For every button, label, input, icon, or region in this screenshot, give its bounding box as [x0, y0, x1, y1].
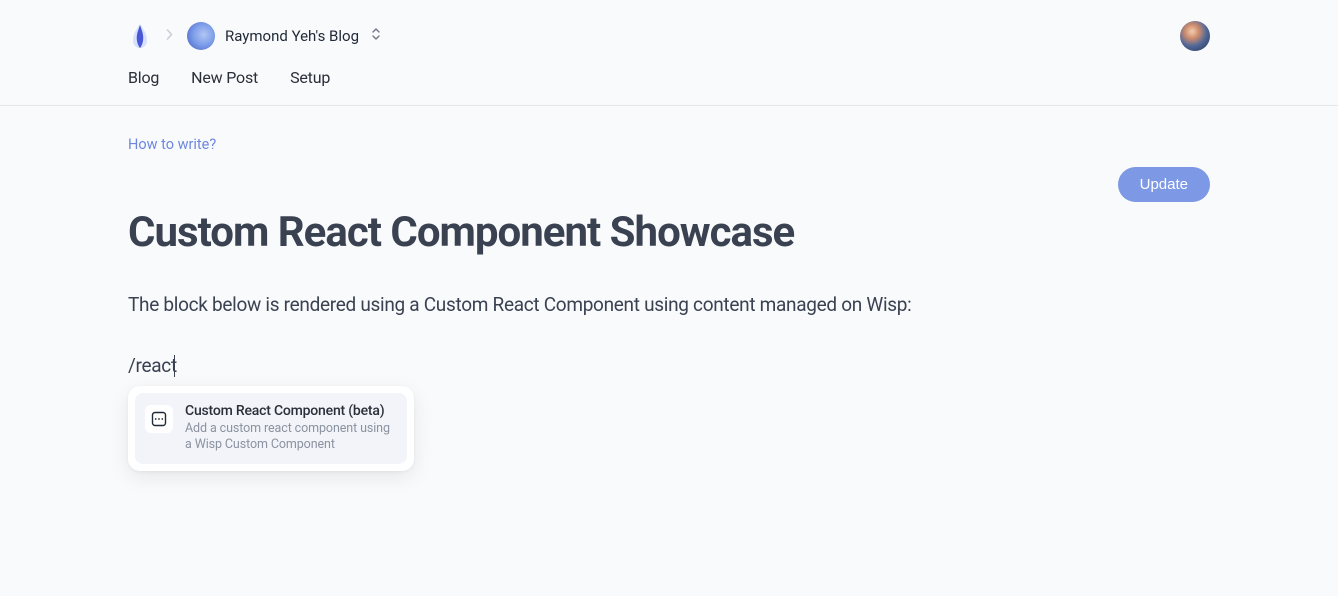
popup-title: Custom React Component (beta) — [185, 403, 397, 419]
code-block-icon — [145, 405, 173, 433]
update-button[interactable]: Update — [1118, 167, 1210, 202]
site-switcher[interactable]: Raymond Yeh's Blog — [187, 22, 381, 50]
content: How to write? Update Custom React Compon… — [0, 106, 1338, 377]
avatar[interactable] — [1180, 21, 1210, 51]
page-title: Custom React Component Showcase — [128, 208, 1210, 257]
tabs: Blog New Post Setup — [0, 64, 1338, 106]
app-logo-icon[interactable] — [128, 20, 152, 52]
popup-description: Add a custom react component using a Wis… — [185, 421, 397, 454]
chevron-right-icon — [166, 28, 173, 44]
body-text: The block below is rendered using a Cust… — [128, 293, 1210, 316]
tab-new-post[interactable]: New Post — [191, 68, 258, 87]
action-row: Update — [128, 167, 1210, 202]
slash-command-text: /react — [128, 354, 177, 377]
tab-setup[interactable]: Setup — [290, 68, 330, 87]
site-title: Raymond Yeh's Blog — [225, 27, 359, 45]
site-icon — [187, 22, 215, 50]
breadcrumb: Raymond Yeh's Blog — [128, 20, 381, 52]
text-cursor — [174, 355, 175, 377]
topbar: Raymond Yeh's Blog — [0, 0, 1338, 64]
chevron-updown-icon — [371, 27, 381, 45]
popup-text: Custom React Component (beta) Add a cust… — [185, 403, 397, 454]
popup-item-custom-react[interactable]: Custom React Component (beta) Add a cust… — [135, 393, 407, 464]
editor-line[interactable]: /react — [128, 354, 1210, 377]
slash-command-popup: Custom React Component (beta) Add a cust… — [128, 386, 414, 471]
tab-blog[interactable]: Blog — [128, 68, 159, 87]
how-to-write-link[interactable]: How to write? — [128, 136, 216, 153]
